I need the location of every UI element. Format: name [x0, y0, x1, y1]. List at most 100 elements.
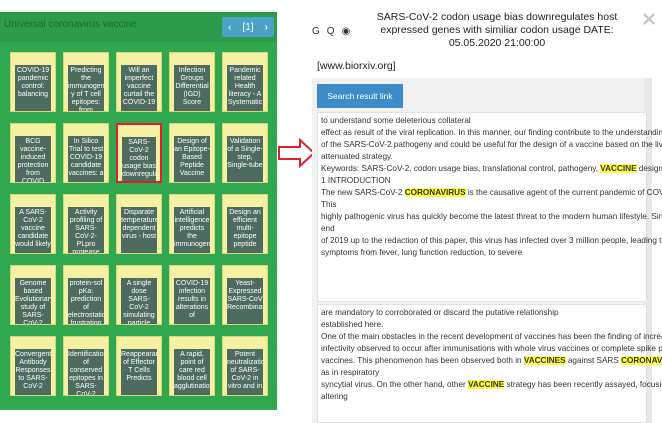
document-tile[interactable]: COVID-19 infection results in alteration…: [169, 265, 215, 325]
detail-toolbar: G Q ◉: [312, 26, 358, 40]
tile-title: Yeast-Expressed SARS-CoV Recombinant: [227, 278, 263, 324]
snippet-text: is the causative agent of the current pa…: [467, 188, 662, 197]
page-indicator: [1]: [242, 21, 254, 33]
snippet-line: are mandatory to corroborated or discard…: [321, 308, 559, 317]
gallery-title: Universal coronavirus vaccine: [4, 19, 137, 30]
search-results-area: Search result link to understand some de…: [312, 78, 662, 423]
search-icon[interactable]: Q: [327, 26, 335, 40]
tile-title: Convergent Antibody Responses to SARS-Co…: [15, 349, 51, 395]
tile-title: Activity profiling of SARS-CoV-2-PLpro p…: [68, 207, 104, 253]
snippet-line: of 2019 up to the redaction of this pape…: [321, 236, 662, 245]
tile-title: SARS-CoV-2 codon usage bias downregulate…: [122, 137, 156, 181]
tile-title: A SARS-CoV-2 vaccine candidate would lik…: [15, 207, 51, 253]
tile-title: Design an efficient multi-epitope peptid…: [227, 207, 263, 253]
document-tile[interactable]: Design an efficient multi-epitope peptid…: [222, 194, 268, 254]
document-tile[interactable]: Pandemic related Health literacy - A Sys…: [222, 52, 268, 112]
document-detail-panel: G Q ◉ SARS-CoV-2 codon usage bias downre…: [312, 6, 662, 423]
document-tile[interactable]: Reappearance of Effector T Cells Predict…: [116, 336, 162, 396]
snippet-text: vaccines. This phenomenon has been obser…: [321, 356, 524, 365]
snippet-line: of the SARS-CoV-2 pathogeny and could be…: [321, 140, 662, 149]
tile-title: BCG vaccine-induced protection from COVI…: [15, 136, 51, 182]
keyword-highlight: VACCINE: [468, 380, 505, 389]
tile-title: Pandemic related Health literacy - A Sys…: [227, 65, 263, 111]
screenshot-stage: Universal coronavirus vaccine ‹ [1] › CO…: [0, 0, 662, 423]
snippet-line: Keywords: SARS-CoV-2, codon usage bias, …: [321, 163, 662, 175]
tile-title: COVID-19 pandemic control: balancing: [15, 65, 51, 111]
document-tile[interactable]: Identification of conserved epitopes in …: [63, 336, 109, 396]
document-tile[interactable]: Potent neutralization of SARS-CoV-2 in v…: [222, 336, 268, 396]
result-snippet-card: are mandatory to corroborated or discard…: [317, 304, 662, 423]
tile-title: Genome based Evolutionary study of SARS-…: [15, 278, 51, 324]
document-source: [www.biorxiv.org]: [317, 60, 396, 72]
snippet-line: 1 INTRODUCTION: [321, 176, 391, 185]
document-tile-grid: COVID-19 pandemic control: balancing Pred…: [10, 52, 272, 404]
document-tile[interactable]: Validation of a Single-step, Single-tube: [222, 123, 268, 183]
tile-title: protein-sol pKa: prediction of electrost…: [68, 278, 104, 324]
keyword-highlight: CORONAVIRUS: [621, 356, 662, 365]
document-tile[interactable]: A rapid, point of care red blood cell ag…: [169, 336, 215, 396]
tile-title: Infection Groups Differential (IGD) Scor…: [174, 65, 210, 111]
eye-icon[interactable]: ◉: [342, 26, 351, 40]
snippet-line: infectivity observed to occur after immu…: [321, 344, 662, 353]
document-tile[interactable]: COVID-19 pandemic control: balancing: [10, 52, 56, 112]
tile-title: A single dose SARS-CoV-2 simulating part…: [121, 278, 157, 324]
tile-title: Reappearance of Effector T Cells Predict…: [121, 349, 157, 395]
tile-title: Validation of a Single-step, Single-tube: [227, 136, 263, 182]
tile-title: COVID-19 infection results in alteration…: [174, 278, 210, 324]
snippet-line: One of the main obstacles in the recent …: [321, 332, 662, 341]
tile-title: Artificial intelligence predicts the imm…: [174, 207, 210, 253]
snippet-line: The new SARS-CoV-2 CORONAVIRUS is the ca…: [321, 187, 662, 199]
keyword-highlight: VACCINE: [600, 164, 637, 173]
tile-title: In Silico Trial to test COVID-19 candida…: [68, 136, 104, 182]
snippet-text: design.: [638, 164, 662, 173]
document-tile[interactable]: Design of an Epitope-Based Peptide Vacci…: [169, 123, 215, 183]
document-gallery-panel: Universal coronavirus vaccine ‹ [1] › CO…: [0, 12, 277, 410]
search-result-link-button[interactable]: Search result link: [317, 84, 403, 108]
document-tile[interactable]: In Silico Trial to test COVID-19 candida…: [63, 123, 109, 183]
document-tile[interactable]: A single dose SARS-CoV-2 simulating part…: [116, 265, 162, 325]
snippet-text: The new SARS-CoV-2: [321, 188, 405, 197]
document-tile[interactable]: SARS-CoV-2 codon usage bias downregulate…: [116, 123, 162, 183]
tile-title: Disparate temperature-dependent virus - …: [121, 207, 157, 253]
document-tile[interactable]: Artificial intelligence predicts the imm…: [169, 194, 215, 254]
document-tile[interactable]: protein-sol pKa: prediction of electrost…: [63, 265, 109, 325]
snippet-line: highly pathogenic virus has quickly beco…: [321, 212, 662, 221]
keyword-highlight: CORONAVIRUS: [404, 188, 466, 197]
snippet-line: end: [321, 224, 335, 233]
gallery-header: Universal coronavirus vaccine ‹ [1] ›: [0, 12, 277, 42]
document-tile[interactable]: Convergent Antibody Responses to SARS-Co…: [10, 336, 56, 396]
document-tile[interactable]: Yeast-Expressed SARS-CoV Recombinant: [222, 265, 268, 325]
document-tile[interactable]: Genome based Evolutionary study of SARS-…: [10, 265, 56, 325]
snippet-line: to understand some deleterious collatera…: [321, 116, 471, 125]
snippet-line: vaccines. This phenomenon has been obser…: [321, 355, 662, 367]
document-tile[interactable]: Predicting the immunogenicit y of T cell…: [63, 52, 109, 112]
result-snippet-card: to understand some deleterious collatera…: [317, 112, 662, 302]
document-tile[interactable]: A SARS-CoV-2 vaccine candidate would lik…: [10, 194, 56, 254]
tile-title: Design of an Epitope-Based Peptide Vacci…: [174, 136, 210, 182]
keyword-highlight: VACCINES: [523, 356, 566, 365]
tile-title: Identification of conserved epitopes in …: [68, 349, 104, 395]
snippet-line: symptoms from fever, lung function reduc…: [321, 248, 523, 257]
snippet-line: attenuated strategy.: [321, 152, 393, 161]
tile-title: A rapid, point of care red blood cell ag…: [174, 349, 210, 395]
tile-title: Will an imperfect vaccine curtail the CO…: [121, 65, 157, 111]
tile-title: Predicting the immunogenicit y of T cell…: [68, 65, 104, 111]
snippet-line: syncytial virus. On the other hand, othe…: [321, 379, 662, 391]
document-tile[interactable]: Disparate temperature-dependent virus - …: [116, 194, 162, 254]
snippet-text: strategy has been recently assayed, focu…: [506, 380, 662, 389]
document-tile[interactable]: Activity profiling of SARS-CoV-2-PLpro p…: [63, 194, 109, 254]
document-tile[interactable]: Infection Groups Differential (IGD) Scor…: [169, 52, 215, 112]
snippet-line: effect as result of the viral replicatio…: [321, 128, 662, 137]
document-tile[interactable]: Will an imperfect vaccine curtail the CO…: [116, 52, 162, 112]
google-search-icon[interactable]: G: [312, 26, 320, 40]
gallery-pagination: ‹ [1] ›: [222, 17, 274, 37]
snippet-line: established here.: [321, 320, 384, 329]
next-page-button[interactable]: ›: [265, 22, 268, 33]
document-tile[interactable]: BCG vaccine-induced protection from COVI…: [10, 123, 56, 183]
document-title: SARS-CoV-2 codon usage bias downregulate…: [376, 11, 618, 49]
snippet-line: This: [321, 200, 337, 209]
close-icon[interactable]: [642, 12, 656, 26]
arrow-right-icon: [278, 138, 316, 168]
prev-page-button[interactable]: ‹: [228, 22, 231, 33]
snippet-text: against SARS: [565, 356, 622, 365]
